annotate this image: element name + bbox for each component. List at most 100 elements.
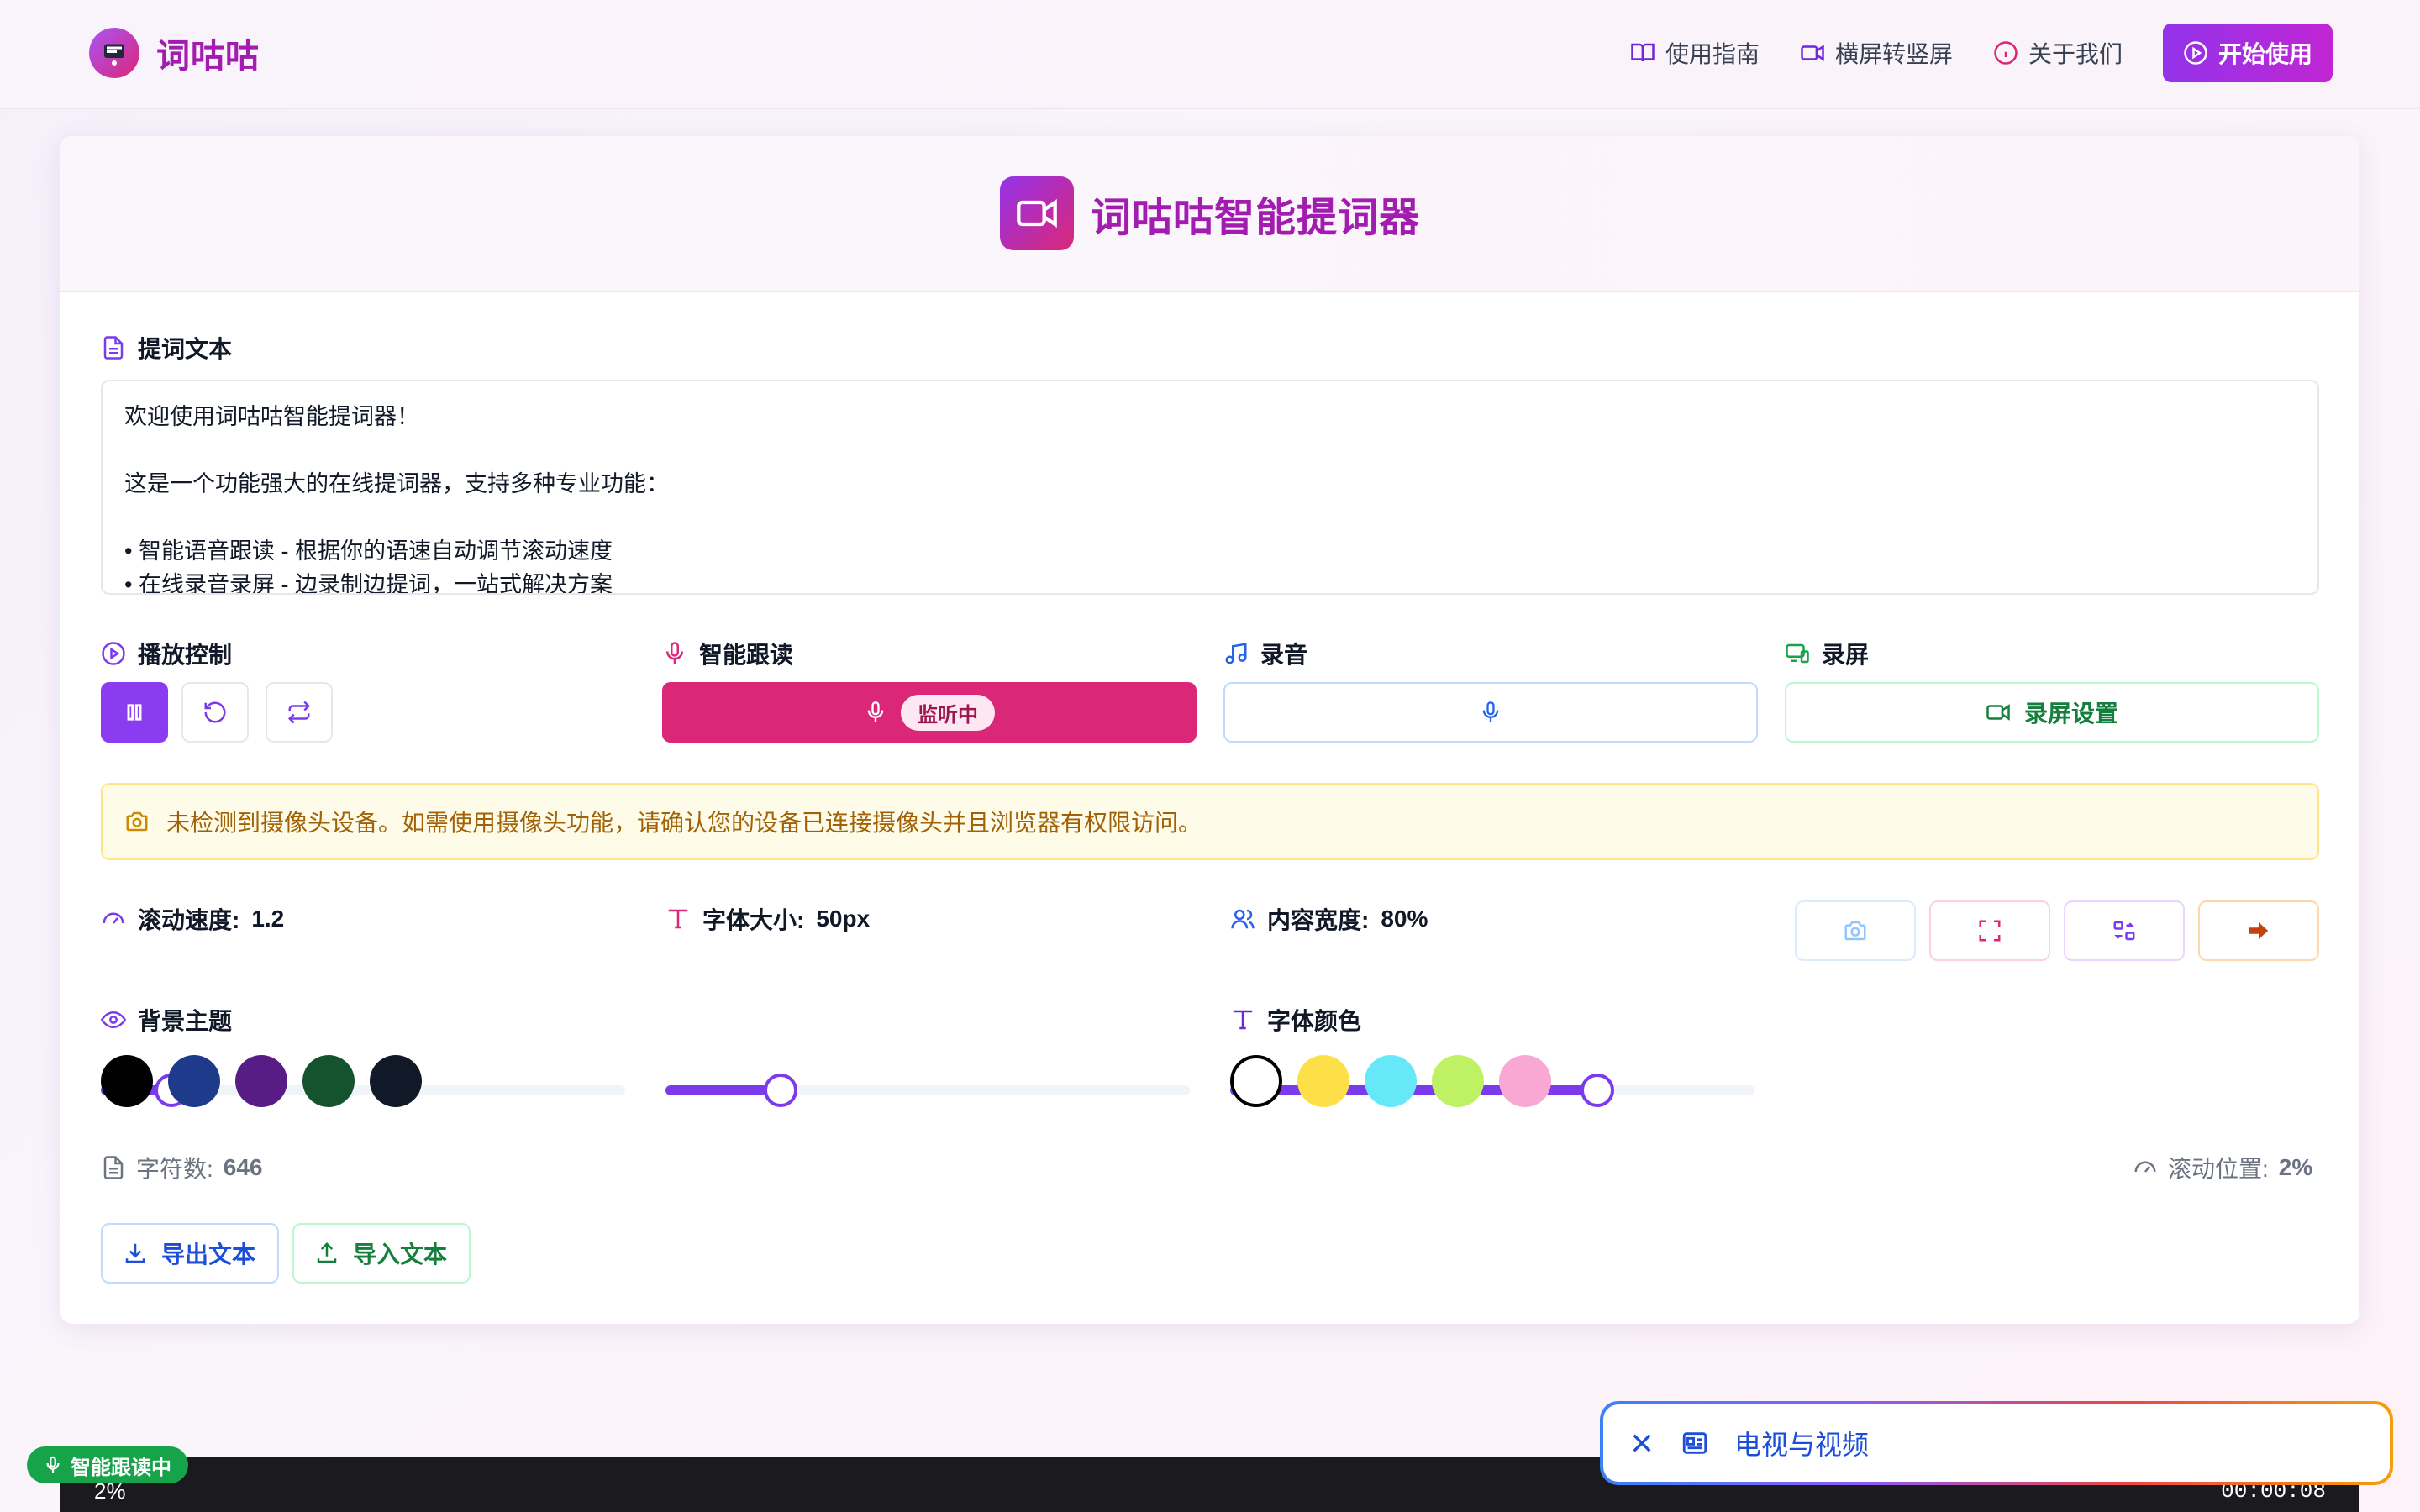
font-color-swatch[interactable] xyxy=(1499,1055,1551,1107)
record-audio-button[interactable] xyxy=(1223,682,1758,743)
notification-toast: 电视与视频 xyxy=(1600,1401,2393,1485)
char-count-label: 字符数: xyxy=(136,1156,213,1182)
document-icon xyxy=(103,336,124,360)
fullscreen-button[interactable] xyxy=(1929,900,2050,961)
microphone-icon xyxy=(1482,701,1499,722)
brand[interactable]: 词咕咕 xyxy=(89,28,260,78)
bg-color-swatch[interactable] xyxy=(168,1055,220,1107)
type-icon xyxy=(668,909,688,929)
listening-badge: 监听中 xyxy=(901,694,995,731)
screen-record-settings-button[interactable]: 录屏设置 xyxy=(1785,682,2319,743)
script-line: 这是一个功能强大的在线提词器，支持多种专业功能： xyxy=(124,471,669,496)
reset-button[interactable] xyxy=(182,682,249,743)
mirror-button[interactable] xyxy=(2198,900,2319,961)
repeat-icon xyxy=(287,701,311,724)
rotate-ccw-icon xyxy=(204,701,226,723)
scroll-position-label: 滚动位置: xyxy=(2168,1156,2269,1182)
font-color-label: 字体颜色 xyxy=(1230,1003,1361,1037)
import-text-label: 导入文本 xyxy=(353,1242,448,1268)
notification-text[interactable]: 电视与视频 xyxy=(1734,1424,1869,1462)
microphone-icon xyxy=(46,1456,60,1473)
content-width-label: 内容宽度: 80% xyxy=(1230,902,1428,936)
char-count-value: 646 xyxy=(223,1154,263,1180)
camera-icon xyxy=(1844,921,1866,941)
video-camera-icon xyxy=(999,176,1074,250)
pause-icon xyxy=(127,704,142,721)
speed-value: 1.2 xyxy=(251,906,285,932)
camera-warning-text: 未检测到摄像头设备。如需使用摄像头功能，请确认您的设备已连接摄像头并且浏览器有权… xyxy=(166,810,1202,836)
script-line: • 在线录音录屏 - 边录制边提词，一站式解决方案 xyxy=(124,572,613,595)
info-icon xyxy=(1994,41,2018,65)
bg-theme-label: 背景主题 xyxy=(101,1003,232,1037)
camera-button[interactable] xyxy=(1795,900,1916,961)
script-line: 欢迎使用词咕咕智能提词器！ xyxy=(124,404,419,429)
download-icon xyxy=(125,1243,145,1263)
bg-color-swatch[interactable] xyxy=(101,1055,153,1107)
start-button-label: 开始使用 xyxy=(2217,41,2312,67)
bg-color-swatch[interactable] xyxy=(235,1055,287,1107)
font-size-value: 50px xyxy=(816,906,871,932)
bg-color-swatch[interactable] xyxy=(370,1055,422,1107)
script-label-text: 提词文本 xyxy=(138,336,233,362)
nav-item-guide[interactable]: 使用指南 xyxy=(1630,36,1760,70)
font-color-swatch[interactable] xyxy=(1365,1055,1417,1107)
export-text-button[interactable]: 导出文本 xyxy=(101,1223,279,1284)
tracking-label-text: 智能跟读 xyxy=(699,642,794,668)
font-size-label-text: 字体大小: xyxy=(702,907,805,933)
recording-label: 录音 xyxy=(1223,637,1307,670)
font-color-swatch[interactable] xyxy=(1432,1055,1484,1107)
screen-record-label: 录屏 xyxy=(1785,637,1869,670)
top-navbar: 词咕咕 使用指南 横屏转竖屏 关于我们 开始使用 xyxy=(0,0,2420,109)
book-icon xyxy=(1631,43,1655,62)
close-icon[interactable] xyxy=(1628,1430,1655,1457)
playback-label-text: 播放控制 xyxy=(138,642,233,668)
loop-button[interactable] xyxy=(266,682,333,743)
nav-item-about[interactable]: 关于我们 xyxy=(1993,36,2123,70)
font-color-label-text: 字体颜色 xyxy=(1267,1008,1362,1034)
nav-menu: 使用指南 横屏转竖屏 关于我们 开始使用 xyxy=(1630,24,2333,82)
font-color-swatch[interactable] xyxy=(1230,1055,1282,1107)
script-line xyxy=(124,433,2296,467)
camera-warning: 未检测到摄像头设备。如需使用摄像头功能，请确认您的设备已连接摄像头并且浏览器有权… xyxy=(101,783,2319,860)
nav-item-convert[interactable]: 横屏转竖屏 xyxy=(1800,36,1953,70)
gauge-icon xyxy=(2134,1161,2156,1173)
play-circle-icon xyxy=(102,642,125,665)
script-label: 提词文本 xyxy=(101,331,232,365)
bg-color-swatch[interactable] xyxy=(302,1055,355,1107)
font-color-swatch[interactable] xyxy=(1297,1055,1349,1107)
slider-thumb[interactable] xyxy=(764,1074,797,1107)
newspaper-icon xyxy=(1682,1432,1707,1454)
screen-settings-label: 录屏设置 xyxy=(2023,701,2118,727)
microphone-icon xyxy=(867,701,884,722)
devices-icon xyxy=(1786,643,1809,664)
start-button[interactable]: 开始使用 xyxy=(2162,24,2333,82)
font-size-slider[interactable] xyxy=(666,1074,1190,1107)
video-icon xyxy=(1801,45,1824,61)
gauge-icon xyxy=(103,912,124,924)
tracking-status-text: 智能跟读中 xyxy=(71,1456,171,1479)
char-count: 字符数: 646 xyxy=(101,1151,263,1184)
voice-tracking-button[interactable]: 监听中 xyxy=(662,682,1197,743)
fullscreen-icon xyxy=(1979,920,2001,942)
content-width-label-text: 内容宽度: xyxy=(1267,907,1370,933)
nav-item-label: 使用指南 xyxy=(1665,41,1760,67)
upload-icon xyxy=(317,1242,337,1263)
arrow-right-icon xyxy=(2249,922,2269,939)
switch-layout-button[interactable] xyxy=(2064,900,2185,961)
playback-label: 播放控制 xyxy=(101,637,232,670)
recording-label-text: 录音 xyxy=(1260,642,1308,668)
teleprompter-card: 词咕咕智能提词器 提词文本 欢迎使用词咕咕智能提词器！ 这是一个功能强大的在线提… xyxy=(60,136,2360,1324)
brand-logo-icon xyxy=(89,28,139,78)
script-textarea[interactable]: 欢迎使用词咕咕智能提词器！ 这是一个功能强大的在线提词器，支持多种专业功能： •… xyxy=(101,380,2319,595)
import-text-button[interactable]: 导入文本 xyxy=(292,1223,471,1284)
script-line xyxy=(124,501,2296,534)
pause-button[interactable] xyxy=(101,682,168,743)
speed-label: 滚动速度: 1.2 xyxy=(101,902,284,936)
card-header: 词咕咕智能提词器 xyxy=(60,136,2360,292)
camera-icon xyxy=(126,811,148,832)
eye-icon xyxy=(101,1011,126,1029)
export-text-label: 导出文本 xyxy=(161,1242,256,1268)
users-icon xyxy=(1231,909,1255,929)
font-size-label: 字体大小: 50px xyxy=(666,902,870,936)
slider-thumb[interactable] xyxy=(1581,1074,1614,1107)
